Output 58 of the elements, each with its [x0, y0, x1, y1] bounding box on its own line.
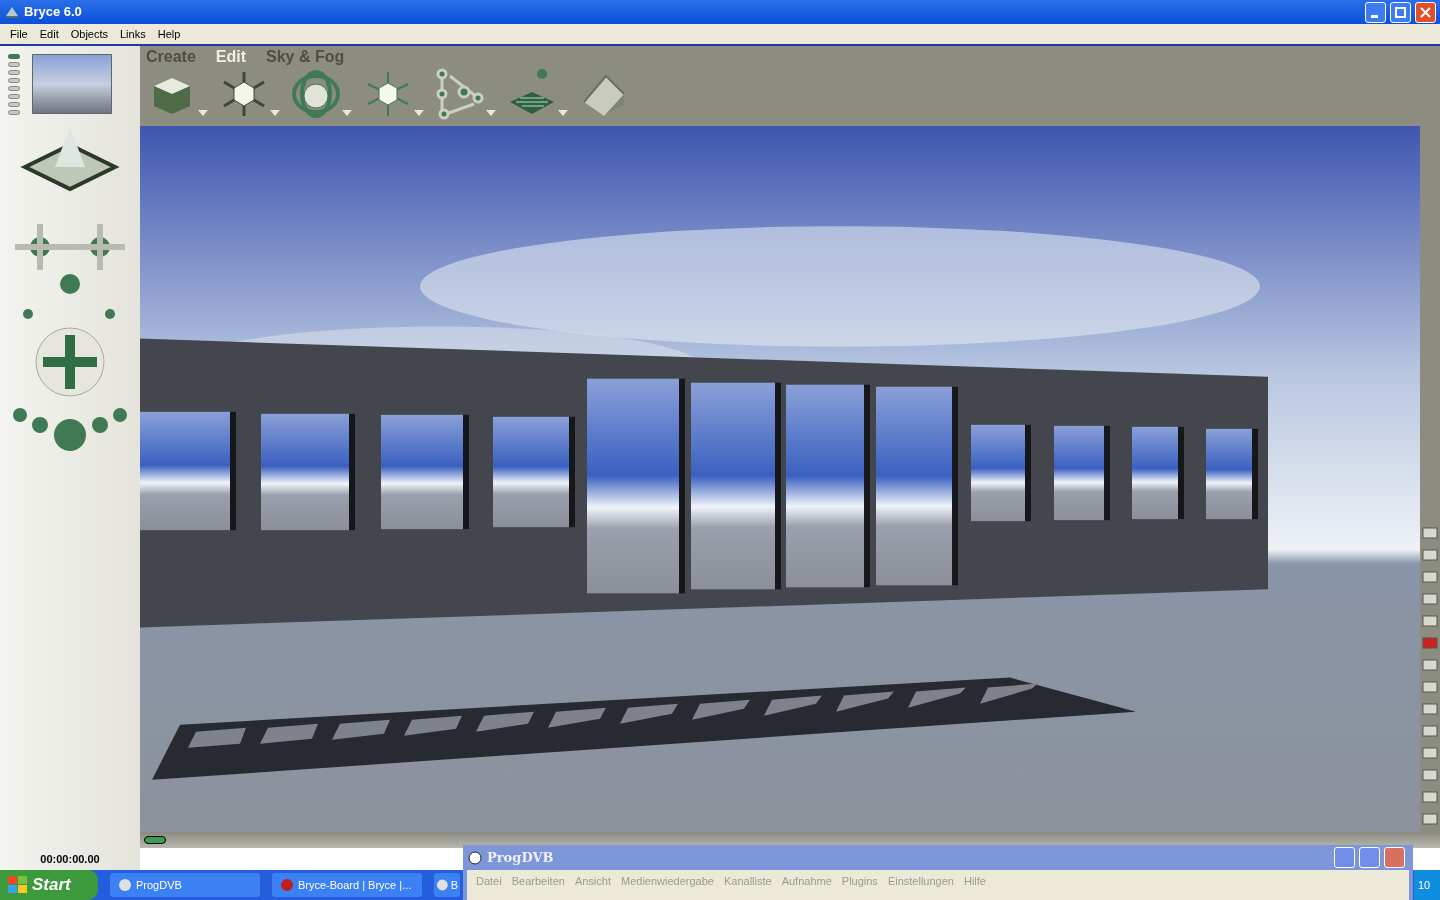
menu-item[interactable]: Kanalliste	[718, 872, 777, 890]
minimize-button[interactable]	[1334, 847, 1355, 868]
menu-item[interactable]: Help	[151, 25, 187, 43]
app-icon	[436, 878, 449, 892]
close-button[interactable]	[1415, 1, 1436, 23]
caret-icon[interactable]	[558, 110, 568, 116]
menu-item[interactable]: Edit	[33, 25, 65, 43]
taskbar-button[interactable]: Bryce-Board | Bryce |...	[272, 873, 422, 897]
timeline-track[interactable]	[140, 832, 1440, 848]
close-icon	[1420, 6, 1431, 18]
preset-slot[interactable]	[8, 54, 20, 59]
windows-logo-icon	[8, 876, 28, 894]
preset-slot[interactable]	[8, 110, 20, 115]
menu-item[interactable]: Datei	[471, 872, 507, 890]
timeline-scrubber[interactable]	[144, 836, 166, 844]
maximize-icon	[1395, 6, 1406, 18]
sphere-rings-icon[interactable]	[290, 68, 342, 120]
menu-item[interactable]: Einstellungen	[882, 872, 959, 890]
preset-slot[interactable]	[8, 62, 20, 67]
preset-slot[interactable]	[8, 86, 20, 91]
menu-item[interactable]: Aufnahme	[776, 872, 837, 890]
app-icon	[280, 878, 294, 892]
minimize-button[interactable]	[1365, 1, 1386, 23]
minimize-icon	[1370, 14, 1378, 18]
preset-slot[interactable]	[8, 94, 20, 99]
taskbar-button[interactable]: B	[434, 873, 460, 897]
caret-icon[interactable]	[270, 110, 280, 116]
maximize-button[interactable]	[1390, 1, 1411, 23]
menu-item[interactable]: Hilfe	[958, 872, 991, 890]
scene-thumbnail[interactable]	[32, 54, 112, 114]
caret-icon[interactable]	[342, 110, 352, 116]
record-icon[interactable]	[1422, 636, 1438, 650]
palette-tab[interactable]: Sky & Fog	[266, 45, 345, 69]
preset-slot[interactable]	[8, 102, 20, 107]
menu-item[interactable]: Medienwiedergabe	[616, 872, 719, 890]
window-title: Bryce 6.0	[24, 3, 83, 22]
time-display: 00:00:00.00	[40, 851, 100, 867]
app-icon	[118, 878, 132, 892]
caret-icon[interactable]	[198, 110, 208, 116]
nodes-icon[interactable]	[434, 68, 486, 120]
menu-item[interactable]: File	[4, 25, 34, 43]
menu-item[interactable]: Plugins	[836, 872, 883, 890]
start-button[interactable]: Start	[0, 870, 98, 900]
close-button[interactable]	[1384, 847, 1405, 868]
menu-item[interactable]: Ansicht	[569, 872, 616, 890]
caret-icon[interactable]	[414, 110, 424, 116]
window-title: ProgDVB	[487, 848, 555, 867]
menu-item[interactable]: Links	[114, 25, 152, 43]
clock: 10	[1414, 870, 1440, 900]
maximize-button[interactable]	[1359, 847, 1380, 868]
palette-tab[interactable]: Edit	[215, 45, 247, 69]
menu-item[interactable]: Objects	[64, 25, 114, 43]
taskbar-button[interactable]: ProgDVB	[110, 873, 260, 897]
palette-tab[interactable]: Create	[146, 45, 196, 69]
caret-icon[interactable]	[486, 110, 496, 116]
preset-slot[interactable]	[8, 70, 20, 75]
menu-item[interactable]: Bearbeiten	[506, 872, 570, 890]
preset-slot[interactable]	[8, 78, 20, 83]
